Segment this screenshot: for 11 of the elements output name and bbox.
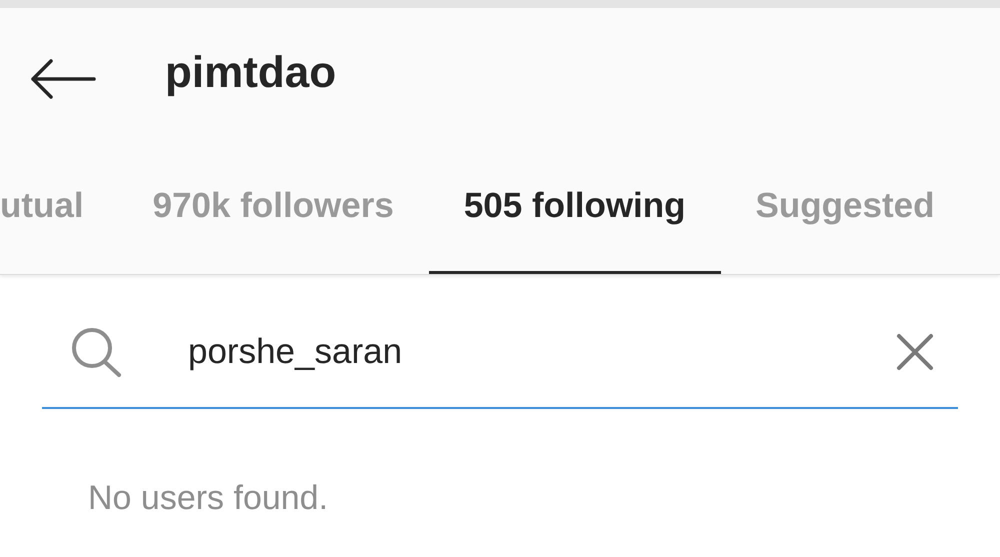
tab[interactable]: 505 following: [428, 150, 721, 274]
close-icon: [896, 333, 934, 371]
profile-username: pimtdao: [165, 47, 336, 99]
tab[interactable]: 970k followers: [118, 150, 429, 274]
tab[interactable]: utual: [0, 150, 118, 274]
tab[interactable]: Suggested: [720, 150, 970, 274]
empty-results-message: No users found.: [88, 478, 330, 519]
search-icon: [70, 326, 124, 378]
search-field[interactable]: porshe_saran: [188, 326, 894, 378]
back-arrow-icon: [30, 59, 96, 99]
clear-search-button[interactable]: [894, 331, 936, 373]
